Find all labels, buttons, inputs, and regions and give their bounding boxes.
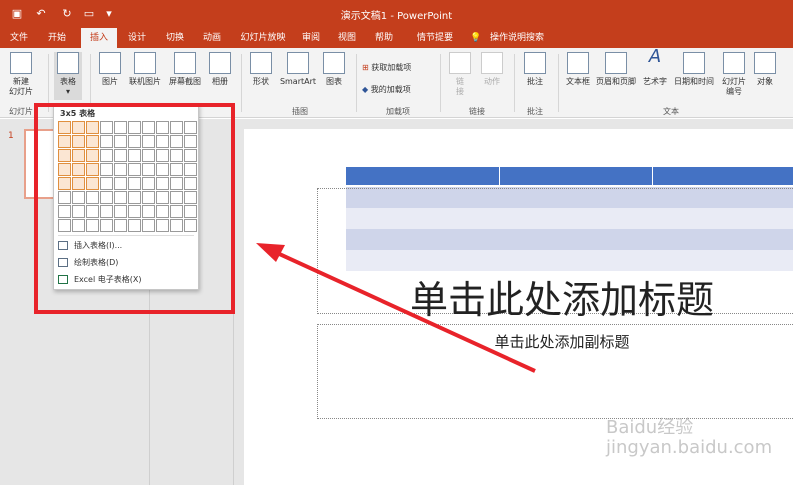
object-icon xyxy=(754,52,776,74)
table-icon xyxy=(57,52,79,74)
photo-album-button[interactable]: 相册 xyxy=(206,52,234,87)
new-slide-icon xyxy=(10,52,32,74)
group-label-comments: 批注 xyxy=(527,107,543,116)
album-icon xyxy=(209,52,231,74)
annotation-highlight-box xyxy=(34,103,235,314)
title-placeholder-text: 单击此处添加标题 xyxy=(409,278,714,322)
get-addins-button[interactable]: ⊞ 获取加载项 xyxy=(362,62,411,73)
baidu-watermark: Baidu经验 jingyan.baidu.com xyxy=(606,417,773,458)
slide-number-button[interactable]: 幻灯片 编号 xyxy=(718,52,750,97)
tell-me-search[interactable]: 操作说明搜索 xyxy=(486,28,548,48)
new-slide-button[interactable]: 新建 幻灯片 xyxy=(4,52,38,97)
camera-icon xyxy=(174,52,196,74)
subtitle-placeholder[interactable]: 单击此处添加副标题 xyxy=(317,324,793,419)
chart-button[interactable]: 图表 xyxy=(320,52,348,87)
wordart-button[interactable]: A 艺术字 xyxy=(640,46,670,87)
picture-button[interactable]: 图片 xyxy=(96,52,124,87)
slide-thumbnail-number: 1 xyxy=(8,131,14,141)
group-separator xyxy=(514,54,515,112)
tab-home[interactable]: 开始 xyxy=(40,28,74,48)
action-button[interactable]: 动作 xyxy=(478,52,506,87)
window-title: 演示文稿1 - PowerPoint xyxy=(340,11,453,22)
lightbulb-icon: 💡 xyxy=(470,33,482,43)
chart-icon xyxy=(323,52,345,74)
group-separator xyxy=(558,54,559,112)
table-button[interactable]: 表格 ▾ xyxy=(54,52,82,100)
tab-transitions[interactable]: 切换 xyxy=(158,28,192,48)
datetime-button[interactable]: 日期和时间 xyxy=(672,52,716,87)
store-icon: ⊞ xyxy=(362,63,369,72)
tab-help[interactable]: 帮助 xyxy=(369,28,399,48)
chevron-down-icon: ▾ xyxy=(65,87,70,96)
star-icon xyxy=(481,52,503,74)
tab-design[interactable]: 设计 xyxy=(120,28,154,48)
addins-icon: ◆ xyxy=(362,85,369,94)
header-footer-button[interactable]: 页眉和页脚 xyxy=(594,52,638,87)
group-label-links: 链接 xyxy=(469,107,485,116)
tab-slideshow[interactable]: 幻灯片放映 xyxy=(232,28,294,48)
wordart-icon: A xyxy=(648,46,662,67)
group-separator xyxy=(440,54,441,112)
group-label-text: 文本 xyxy=(663,107,679,116)
comment-button[interactable]: 批注 xyxy=(520,52,550,87)
link-icon xyxy=(449,52,471,74)
picture-icon xyxy=(99,52,121,74)
title-bar: ▣ ↶ ↻ ▭ ▾ 演示文稿1 - PowerPoint xyxy=(0,0,793,28)
group-label-illustrations: 插图 xyxy=(292,107,308,116)
screenshot-button[interactable]: 屏幕截图 xyxy=(166,52,204,87)
calendar-icon xyxy=(683,52,705,74)
comment-icon xyxy=(524,52,546,74)
object-button[interactable]: 对象 xyxy=(752,52,778,87)
textbox-icon xyxy=(567,52,589,74)
title-placeholder[interactable]: 单击此处添加标题 xyxy=(317,188,793,322)
tab-view[interactable]: 视图 xyxy=(332,28,362,48)
online-picture-icon xyxy=(134,52,156,74)
shapes-icon xyxy=(250,52,272,74)
slide-number-icon xyxy=(723,52,745,74)
smartart-icon xyxy=(287,52,309,74)
tab-insert[interactable]: 插入 xyxy=(81,28,117,48)
header-footer-icon xyxy=(605,52,627,74)
group-label-addins: 加载项 xyxy=(386,107,410,116)
ribbon-tabs: 文件 开始 插入 设计 切换 动画 幻灯片放映 审阅 视图 帮助 情节提要 💡 … xyxy=(0,28,793,48)
group-separator xyxy=(241,54,242,112)
group-label-slides: 幻灯片 xyxy=(9,107,33,116)
shapes-button[interactable]: 形状 xyxy=(246,52,276,87)
group-separator xyxy=(356,54,357,112)
tab-storyboard[interactable]: 情节提要 xyxy=(406,28,464,48)
textbox-button[interactable]: 文本框 xyxy=(564,52,592,87)
my-addins-button[interactable]: ◆ 我的加载项 xyxy=(362,84,411,95)
link-button[interactable]: 链 接 xyxy=(446,52,474,97)
tab-file[interactable]: 文件 xyxy=(4,28,34,48)
smartart-button[interactable]: SmartArt xyxy=(278,52,318,87)
subtitle-placeholder-text: 单击此处添加副标题 xyxy=(494,333,630,351)
online-picture-button[interactable]: 联机图片 xyxy=(126,52,164,87)
tab-animations[interactable]: 动画 xyxy=(195,28,229,48)
tab-review[interactable]: 审阅 xyxy=(296,28,326,48)
